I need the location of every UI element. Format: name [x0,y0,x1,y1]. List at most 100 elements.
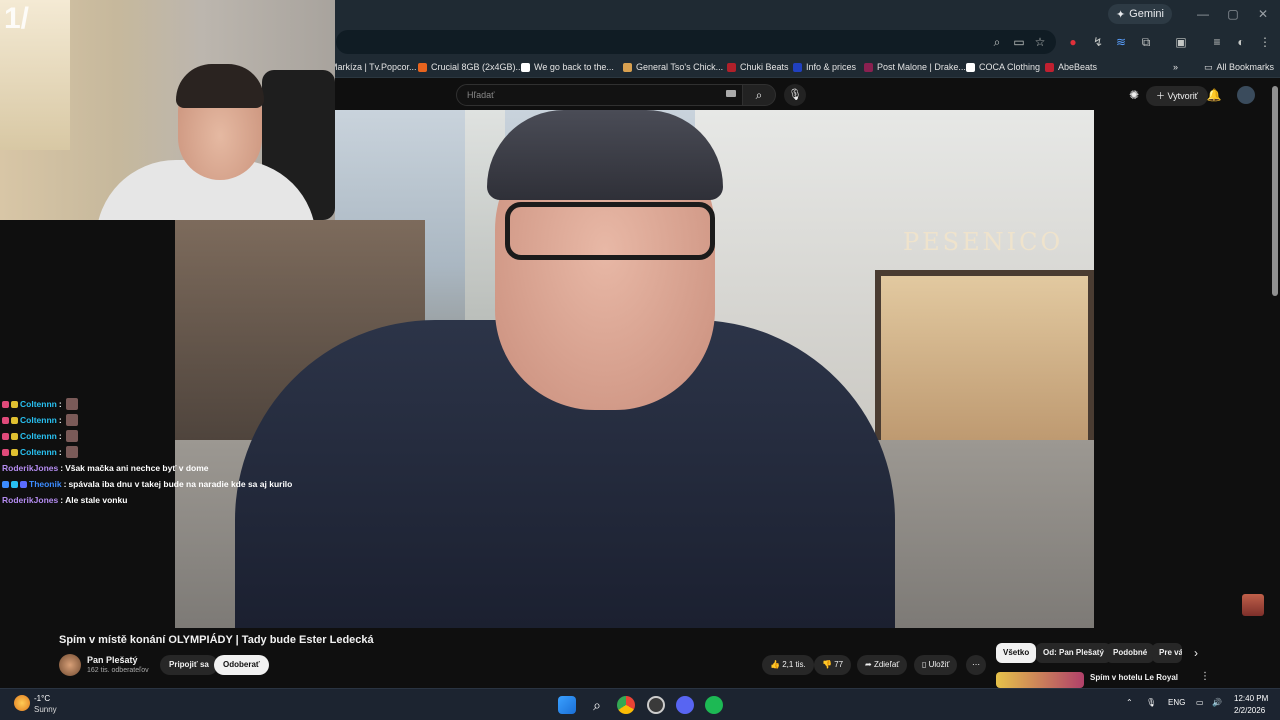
language-indicator[interactable]: ENG [1168,698,1185,707]
cast-icon[interactable]: ▭ [1010,33,1028,51]
chat-message: Coltennn : [2,444,302,460]
extensions-puzzle-icon[interactable]: ⧉ [1137,33,1155,51]
recommended-title[interactable]: Spím v hotelu Le Royal [1090,673,1178,682]
search-input[interactable]: Hľadať [456,84,746,106]
bookmark-item[interactable]: Crucial 8GB (2x4GB)... [418,59,523,75]
create-label: Vytvoriť [1167,91,1199,101]
bookmark-item[interactable]: Post Malone | Drake... [864,59,966,75]
search-button[interactable]: ⌕ [742,84,776,106]
chat-text: spávala iba dnu v takej bude na naradie … [68,479,293,489]
chat-username: Theonik [29,479,62,489]
more-actions-button[interactable]: ⋯ [966,655,986,675]
gemini-button[interactable]: ✦ Gemini [1107,4,1172,24]
obs-icon[interactable] [647,696,665,714]
bookmark-label: Post Malone | Drake... [877,62,966,72]
all-bookmarks-label: All Bookmarks [1216,62,1275,72]
menu-dots-icon[interactable]: ⋮ [1256,33,1274,51]
account-avatar[interactable] [1237,86,1255,104]
emote-icon [65,430,78,442]
bookmark-label: AbeBeats [1058,62,1098,72]
weather-sun-icon[interactable] [14,695,30,711]
page-scrollbar[interactable] [1272,86,1278,296]
subscribe-button[interactable]: Odoberať [214,655,269,675]
tray-overflow-icon[interactable]: ⌃ [1126,698,1133,707]
discord-icon[interactable] [676,696,694,714]
zoom-icon[interactable]: ⌕ [988,33,1006,51]
chat-overlay: Coltennn : Coltennn : Coltennn : Coltenn… [2,396,302,508]
chat-text: Ale stale vonku [65,495,128,505]
bookmark-item[interactable]: COCA Clothing [966,59,1040,75]
bookmark-item[interactable]: We go back to the... [521,59,614,75]
close-window-button[interactable]: ✕ [1248,4,1278,24]
badge-icon [2,416,9,424]
channel-avatar[interactable] [59,654,81,676]
minimize-button[interactable]: — [1188,4,1218,24]
recommended-thumbnail[interactable] [996,672,1084,688]
extension-icon[interactable]: ↯ [1089,33,1107,51]
video-title: Spím v místě konání OLYMPIÁDY | Tady bud… [59,634,374,646]
start-windows-icon[interactable] [558,696,576,714]
channel-name[interactable]: Pan Plešatý [87,655,138,665]
bookmark-item[interactable]: Info & prices [793,59,856,75]
more-vertical-icon[interactable]: ⋮ [1200,671,1210,682]
badge-icon [2,448,9,456]
chip-related[interactable]: Podobné [1106,643,1155,663]
share-button[interactable]: ➦ Zdieľať [857,655,908,675]
keyboard-icon[interactable] [726,90,736,97]
emote-icon [65,446,78,458]
share-label: Zdieľať [873,660,900,669]
extension-red-icon[interactable]: ● [1064,33,1082,51]
chip-for-you[interactable]: Pre vá [1152,643,1182,663]
maximize-button[interactable]: ▢ [1218,4,1248,24]
clock-date[interactable]: 2/2/2026 [1234,706,1265,715]
emote-icon [65,414,78,426]
more-horizontal-icon: ⋯ [972,660,980,669]
network-icon[interactable]: ▭ [1196,698,1204,707]
folder-icon: ▭ [1204,61,1213,72]
dislike-count: 77 [834,660,844,669]
badge-icon [11,400,18,408]
volume-icon[interactable]: 🔊 [1212,698,1222,707]
tray-mic-icon[interactable]: 🎙 [1146,698,1156,707]
chip-all[interactable]: Všetko [996,643,1037,663]
gemini-label: Gemini [1129,8,1164,20]
join-button[interactable]: Pripojiť sa [160,655,218,675]
bookmark-item[interactable]: General Tso's Chick... [623,59,723,75]
bookmark-item[interactable]: Markíza | Tv.Popcor... [330,59,417,75]
reading-list-icon[interactable]: ≡ [1208,33,1226,51]
address-bar[interactable] [336,30,1056,54]
bookmarks-overflow-icon[interactable]: » [1173,59,1178,75]
notifications-bell-icon[interactable]: 🔔 [1206,87,1222,103]
badge-icon [11,416,18,424]
premium-icon[interactable]: ✺ [1126,87,1142,103]
weather-condition[interactable]: Sunny [34,705,57,714]
voice-search-button[interactable]: 🎙 [784,84,806,106]
chevron-right-icon[interactable]: › [1186,643,1206,663]
search-icon[interactable]: ⌕ [588,696,606,714]
save-button[interactable]: ▯ Uložiť [914,655,958,675]
like-button[interactable]: 👍 2,1 tis. [762,655,814,675]
create-button[interactable]: ＋ Vytvoriť [1146,86,1209,106]
bookmark-label: Markíza | Tv.Popcor... [330,62,417,72]
scene-person-cap [487,110,723,200]
dislike-button[interactable]: 👎 77 [814,655,852,675]
chrome-icon[interactable] [617,696,635,714]
windows-taskbar: -1°C Sunny ⌕ ⌃ 🎙 ENG ▭ 🔊 12:40 PM 2/2/20… [0,688,1280,720]
badge-icon [11,448,18,456]
weather-temperature[interactable]: -1°C [34,694,50,703]
chip-from-channel[interactable]: Od: Pan Plešatý [1036,643,1111,663]
profile-icon[interactable]: ◐ [1232,33,1250,51]
bookmark-favicon [418,62,427,72]
bookmark-item[interactable]: AbeBeats [1045,59,1097,75]
bookmark-star-icon[interactable]: ☆ [1031,33,1049,51]
spotify-icon[interactable] [705,696,723,714]
all-bookmarks-button[interactable]: ▭ All Bookmarks [1204,59,1274,75]
side-panel-icon[interactable]: ▣ [1172,33,1190,51]
chat-username: Coltennn [20,415,57,425]
bookmark-item[interactable]: Chuki Beats [727,59,789,75]
clock-time[interactable]: 12:40 PM [1234,694,1268,703]
badge-icon [2,400,9,408]
extension-blue-icon[interactable]: ≋ [1112,33,1130,51]
channel-watermark[interactable] [1242,594,1264,616]
badge-icon [2,480,9,488]
